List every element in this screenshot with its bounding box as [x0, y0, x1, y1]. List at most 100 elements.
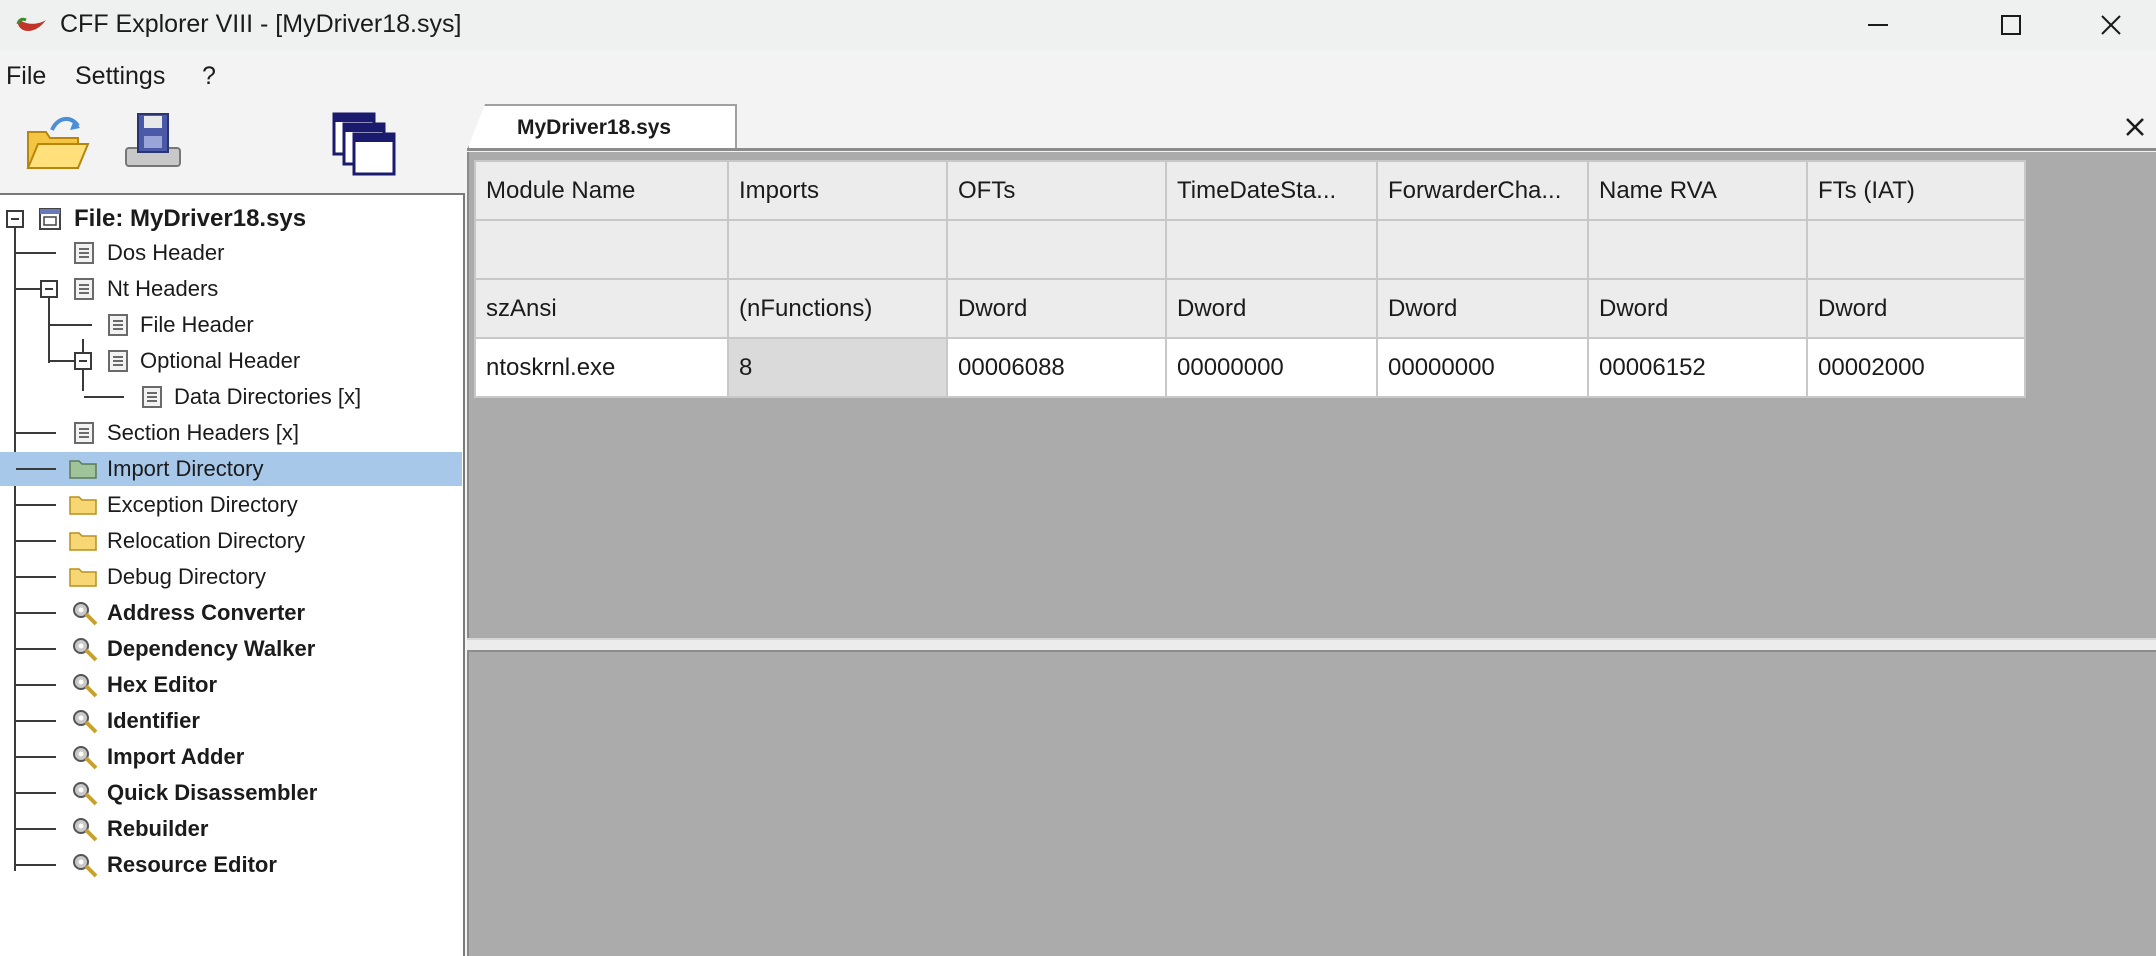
minimize-icon	[1868, 24, 1888, 26]
module-name-cell[interactable]: ntoskrnl.exe	[474, 337, 729, 398]
tree-item-dos-header[interactable]: Dos Header	[0, 236, 462, 270]
tree-item-data-directories[interactable]: Data Directories [x]	[0, 380, 462, 414]
minimize-button[interactable]	[1830, 0, 1926, 50]
tree-item-label: Rebuilder	[107, 816, 209, 841]
tree-item-identifier[interactable]: Identifier	[0, 704, 462, 738]
tree-item-quick-disassembler[interactable]: Quick Disassembler	[0, 776, 462, 810]
tree-item-import-adder[interactable]: Import Adder	[0, 740, 462, 774]
tree-connector	[16, 792, 56, 794]
collapse-icon[interactable]	[74, 352, 92, 370]
tree-connector	[16, 432, 56, 434]
tree-item-label: Section Headers [x]	[107, 420, 299, 445]
type-cell: Dword	[1376, 278, 1589, 339]
tree-connector	[16, 756, 56, 758]
tree-item-relocation-directory[interactable]: Relocation Directory	[0, 524, 462, 558]
save-file-button[interactable]	[118, 108, 188, 178]
folder-icon	[69, 496, 97, 515]
chili-pepper-icon	[16, 17, 46, 31]
tool-icon	[73, 674, 98, 698]
column-header[interactable]: FTs (IAT)	[1806, 160, 2026, 221]
tree-root-label: File: MyDriver18.sys	[74, 205, 307, 232]
collapse-icon[interactable]	[6, 210, 24, 228]
tree-item-label: Data Directories [x]	[174, 384, 362, 409]
subheader-cell	[474, 219, 729, 280]
tree-item-dependency-walker[interactable]: Dependency Walker	[0, 632, 462, 666]
pane-splitter[interactable]	[467, 638, 2156, 652]
tree-item-optional-header[interactable]: Optional Header	[0, 344, 462, 378]
close-window-button[interactable]	[2063, 0, 2156, 50]
tree-item-hex-editor[interactable]: Hex Editor	[0, 668, 462, 702]
tree-item-section-headers[interactable]: Section Headers [x]	[0, 416, 462, 450]
column-header[interactable]: Imports	[727, 160, 948, 221]
menu-settings[interactable]: Settings	[75, 60, 165, 92]
tree-connector	[16, 648, 56, 650]
fts-iat-cell[interactable]: 00002000	[1806, 337, 2026, 398]
tree-item-nt-headers[interactable]: Nt Headers	[0, 272, 462, 306]
menu-bar: File Settings ?	[0, 56, 600, 100]
maximize-button[interactable]	[1963, 0, 2059, 50]
tree-item-file-header[interactable]: File Header	[0, 308, 462, 342]
tree-item-label: Address Converter	[107, 600, 306, 625]
timedatestamp-cell[interactable]: 00000000	[1165, 337, 1378, 398]
table-subheader-row	[474, 219, 2026, 280]
tree-item-label: Relocation Directory	[107, 528, 306, 553]
document-icon	[142, 386, 162, 408]
table-type-row: szAnsi (nFunctions) Dword Dword Dword Dw…	[474, 278, 2026, 339]
tree-root[interactable]: File: MyDriver18.sys	[0, 202, 462, 236]
tree-connector	[16, 252, 56, 254]
maximize-icon	[2001, 15, 2021, 35]
windows-button[interactable]	[328, 108, 398, 178]
menu-file[interactable]: File	[6, 60, 46, 92]
tool-icon	[73, 638, 98, 662]
tree-item-rebuilder[interactable]: Rebuilder	[0, 812, 462, 846]
tree-connector	[16, 468, 56, 470]
folder-icon	[69, 460, 97, 479]
column-header[interactable]: Name RVA	[1587, 160, 1808, 221]
tab-mydriver18[interactable]: MyDriver18.sys	[467, 104, 737, 150]
tree-item-resource-editor[interactable]: Resource Editor	[0, 848, 462, 882]
folder-icon	[69, 568, 97, 587]
table-row[interactable]: ntoskrnl.exe 8 00006088 00000000 0000000…	[474, 337, 2026, 398]
menu-help[interactable]: ?	[202, 60, 216, 92]
tree-connector	[16, 612, 56, 614]
forwarder-chain-cell[interactable]: 00000000	[1376, 337, 1589, 398]
tree-connector	[16, 540, 56, 542]
tree-connector	[16, 720, 56, 722]
collapse-icon[interactable]	[40, 280, 58, 298]
imports-count-cell[interactable]: 8	[727, 337, 948, 398]
tool-icon	[73, 602, 98, 626]
tool-icon	[73, 854, 98, 878]
import-directory-table: Module Name Imports OFTs TimeDateSta... …	[474, 160, 2026, 398]
tree-item-debug-directory[interactable]: Debug Directory	[0, 560, 462, 594]
close-tab-icon[interactable]	[2122, 114, 2148, 140]
tree-item-import-directory[interactable]: Import Directory	[0, 452, 462, 486]
tree-item-label: Quick Disassembler	[107, 780, 318, 805]
open-file-button[interactable]	[22, 108, 92, 178]
subheader-cell	[946, 219, 1167, 280]
column-header[interactable]: ForwarderCha...	[1376, 160, 1589, 221]
subheader-cell	[1587, 219, 1808, 280]
tab-strip-border	[467, 148, 2156, 151]
window-title: CFF Explorer VIII - [MyDriver18.sys]	[60, 10, 462, 38]
tree-item-label: Identifier	[107, 708, 200, 733]
tree-item-address-converter[interactable]: Address Converter	[0, 596, 462, 630]
name-rva-cell[interactable]: 00006152	[1587, 337, 1808, 398]
tool-icon	[73, 782, 98, 806]
tree-connector	[84, 396, 124, 398]
windows-icon	[332, 112, 396, 176]
table-header-row: Module Name Imports OFTs TimeDateSta... …	[474, 160, 2026, 221]
tree-item-exception-directory[interactable]: Exception Directory	[0, 488, 462, 522]
type-cell: szAnsi	[474, 278, 729, 339]
type-cell: (nFunctions)	[727, 278, 948, 339]
document-icon	[108, 350, 128, 372]
column-header[interactable]: TimeDateSta...	[1165, 160, 1378, 221]
ofts-cell[interactable]: 00006088	[946, 337, 1167, 398]
column-header[interactable]: OFTs	[946, 160, 1167, 221]
title-bar: CFF Explorer VIII - [MyDriver18.sys]	[0, 0, 2156, 50]
document-icon	[108, 314, 128, 336]
subheader-cell	[727, 219, 948, 280]
file-icon	[39, 208, 61, 230]
document-icon	[74, 242, 94, 264]
column-header[interactable]: Module Name	[474, 160, 729, 221]
tree-item-label: Import Adder	[107, 744, 245, 769]
